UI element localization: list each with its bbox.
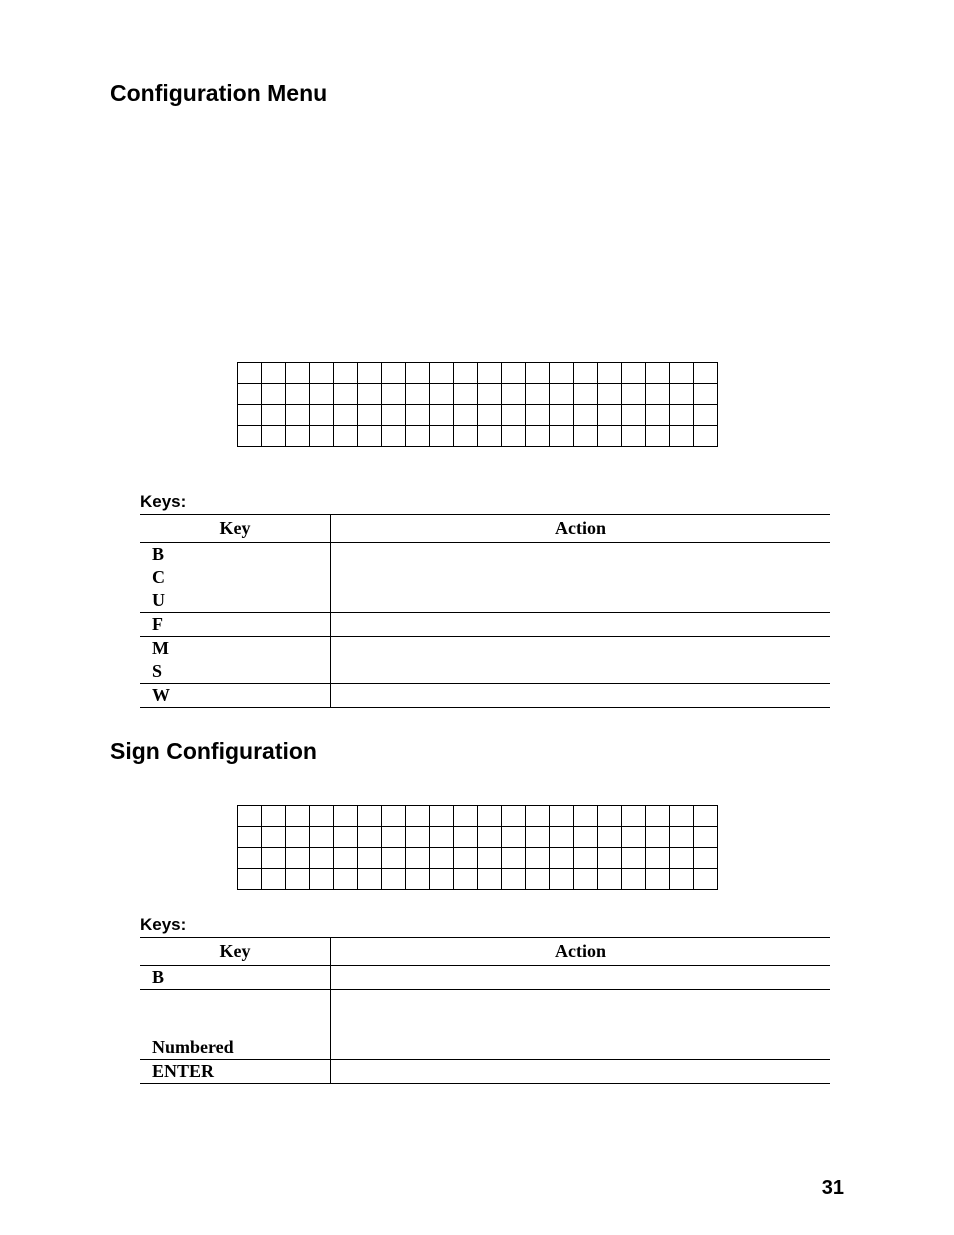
page-number: 31 xyxy=(822,1177,844,1200)
table-row: B xyxy=(140,543,830,567)
action-cell xyxy=(331,1036,831,1060)
keys-table-1-header-action: Action xyxy=(331,515,831,543)
table-row: B xyxy=(140,966,830,990)
keys-label-2: Keys: xyxy=(140,915,844,935)
table-row: Numbered xyxy=(140,1036,830,1060)
key-cell: C xyxy=(140,566,331,589)
lcd-grid-2-wrap xyxy=(110,805,844,890)
keys-label-1: Keys: xyxy=(140,492,844,512)
action-cell xyxy=(331,566,831,589)
action-cell xyxy=(331,543,831,567)
table-row: W xyxy=(140,684,830,708)
action-cell xyxy=(331,1060,831,1084)
keys-table-2-header-key: Key xyxy=(140,938,331,966)
action-cell xyxy=(331,990,831,1036)
action-cell xyxy=(331,613,831,637)
action-cell xyxy=(331,966,831,990)
lcd-grid-1-wrap xyxy=(110,362,844,447)
action-cell xyxy=(331,660,831,684)
key-cell: M xyxy=(140,637,331,660)
keys-table-2: Key Action B Numbered ENTER xyxy=(140,937,830,1084)
page: Configuration Menu Keys: Key Action B C … xyxy=(0,0,954,1235)
section-heading-configuration-menu: Configuration Menu xyxy=(110,80,844,107)
keys-table-1-header-key: Key xyxy=(140,515,331,543)
key-cell: B xyxy=(140,966,331,990)
action-cell xyxy=(331,684,831,708)
spacer xyxy=(110,117,844,362)
key-cell xyxy=(140,990,331,1036)
key-cell: F xyxy=(140,613,331,637)
key-cell: B xyxy=(140,543,331,567)
keys-table-2-header-action: Action xyxy=(331,938,831,966)
key-cell: S xyxy=(140,660,331,684)
keys-table-1: Key Action B C U F M S W xyxy=(140,514,830,708)
table-row xyxy=(140,990,830,1036)
table-row: M xyxy=(140,637,830,660)
spacer xyxy=(110,775,844,805)
action-cell xyxy=(331,637,831,660)
action-cell xyxy=(331,589,831,613)
table-row: ENTER xyxy=(140,1060,830,1084)
table-row: F xyxy=(140,613,830,637)
lcd-grid-1 xyxy=(237,362,718,447)
key-cell: ENTER xyxy=(140,1060,331,1084)
table-row: S xyxy=(140,660,830,684)
key-cell: W xyxy=(140,684,331,708)
table-row: U xyxy=(140,589,830,613)
lcd-grid-2 xyxy=(237,805,718,890)
key-cell: Numbered xyxy=(140,1036,331,1060)
table-row: C xyxy=(140,566,830,589)
section-heading-sign-configuration: Sign Configuration xyxy=(110,738,844,765)
key-cell: U xyxy=(140,589,331,613)
